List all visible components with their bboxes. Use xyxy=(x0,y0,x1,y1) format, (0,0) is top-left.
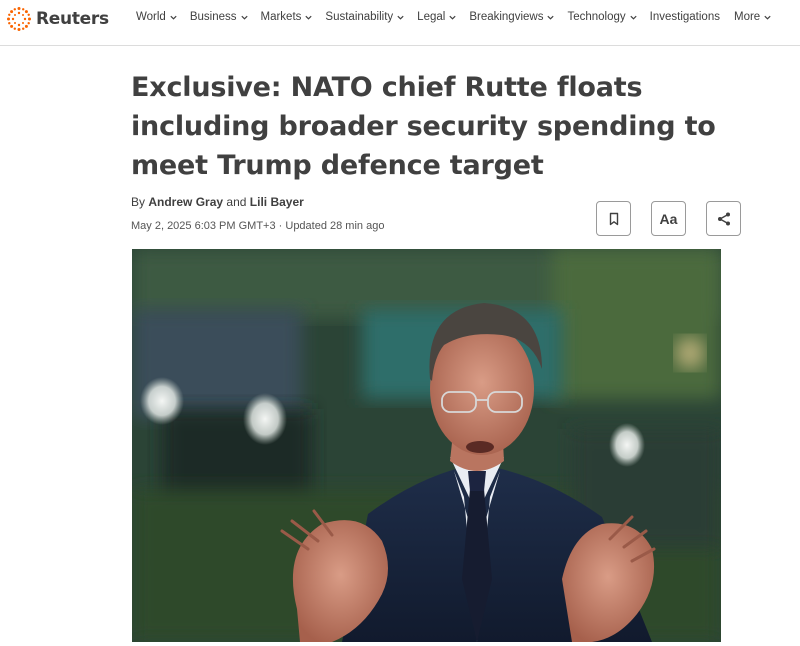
main-nav: World Business Markets Sustainability Le… xyxy=(136,11,732,23)
share-button[interactable] xyxy=(706,201,741,236)
nav-item-business[interactable]: Business xyxy=(190,11,249,23)
reuters-logo-icon xyxy=(7,7,31,31)
nav-item-label: Business xyxy=(189,11,237,23)
article-hero-image[interactable] xyxy=(132,249,721,642)
bookmark-icon xyxy=(609,212,618,225)
nav-item-more[interactable]: More xyxy=(734,11,772,23)
reuters-logo[interactable]: Reuters xyxy=(6,6,109,32)
chevron-down-icon xyxy=(449,15,456,20)
chevron-down-icon xyxy=(240,15,248,20)
nav-item-label: Legal xyxy=(417,11,446,23)
nav-item-label: More xyxy=(734,11,761,23)
nav-item-world[interactable]: World xyxy=(136,11,178,23)
share-icon xyxy=(717,212,730,225)
top-navigation-bar: Reuters World Business Markets Sustainab… xyxy=(0,0,800,46)
nav-item-label: Breakingviews xyxy=(469,11,544,23)
nav-item-investigations[interactable]: Investigations xyxy=(650,11,720,23)
nav-item-label: World xyxy=(136,11,166,23)
hero-photo xyxy=(132,249,721,642)
chevron-down-icon xyxy=(170,15,177,20)
nav-item-label: Technology xyxy=(567,11,626,23)
brand-name: Reuters xyxy=(36,9,109,29)
chevron-down-icon xyxy=(630,15,637,20)
author-link[interactable]: Lili Bayer xyxy=(250,195,304,209)
dateline: May 2, 2025 6:03 PM GMT+3 · Updated 28 m… xyxy=(131,220,385,232)
byline-prefix: By xyxy=(131,195,146,209)
text-size-button[interactable]: Aa xyxy=(651,201,686,236)
byline: By Andrew Gray and Lili Bayer xyxy=(131,195,304,209)
article-headline: Exclusive: NATO chief Rutte floats inclu… xyxy=(131,72,716,181)
text-size-label: Aa xyxy=(659,210,678,227)
article-actions: Aa xyxy=(596,201,741,236)
nav-item-breakingviews[interactable]: Breakingviews xyxy=(469,11,555,23)
author-link[interactable]: Andrew Gray xyxy=(148,195,223,209)
bookmark-button[interactable] xyxy=(596,201,631,236)
chevron-down-icon xyxy=(397,15,404,20)
nav-item-technology[interactable]: Technology xyxy=(567,11,637,23)
nav-item-label: Investigations xyxy=(649,11,720,23)
byline-conjunction: and xyxy=(226,195,247,209)
nav-item-sustainability[interactable]: Sustainability xyxy=(325,11,405,23)
nav-item-label: Markets xyxy=(260,11,302,23)
nav-item-label: Sustainability xyxy=(325,11,394,23)
nav-item-legal[interactable]: Legal xyxy=(417,11,457,23)
chevron-down-icon xyxy=(764,15,771,20)
chevron-down-icon xyxy=(305,15,313,20)
chevron-down-icon xyxy=(547,15,555,20)
nav-item-markets[interactable]: Markets xyxy=(261,11,314,23)
